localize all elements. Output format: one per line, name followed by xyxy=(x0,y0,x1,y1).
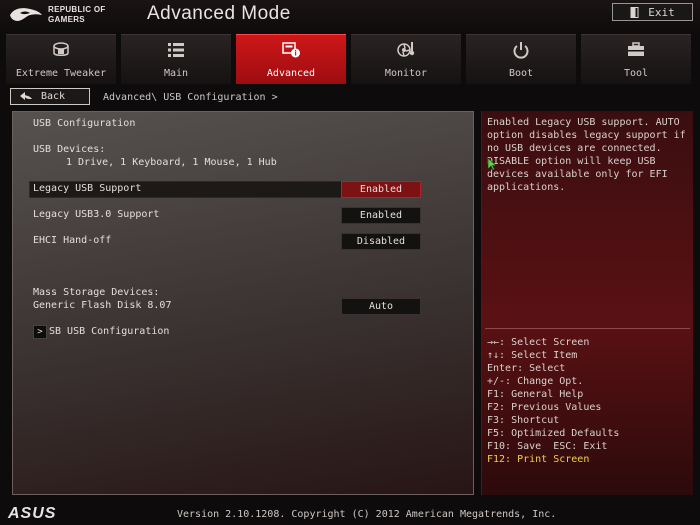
submenu-arrow-icon: > xyxy=(33,325,47,339)
help-divider xyxy=(485,328,690,329)
key-hint-print-screen: F12: Print Screen xyxy=(487,454,590,465)
key-hint: F10: Save ESC: Exit xyxy=(487,441,608,452)
key-hint: F3: Shortcut xyxy=(487,415,560,426)
back-label: Back xyxy=(41,91,66,102)
tab-label: Boot xyxy=(508,68,534,79)
footer-bar: ASUS Version 2.10.1208. Copyright (C) 20… xyxy=(0,503,700,525)
key-legend: →←: Select Screen ↑↓: Select Item Enter:… xyxy=(487,336,692,466)
mode-title: Advanced Mode xyxy=(147,3,291,24)
tool-icon xyxy=(628,42,644,56)
tab-label: Main xyxy=(163,68,189,79)
ehci-handoff-value[interactable]: Disabled xyxy=(341,233,421,250)
breadcrumb: Advanced\ USB Configuration > xyxy=(103,92,278,103)
tab-label: Monitor xyxy=(384,68,428,79)
advanced-info-icon xyxy=(282,42,300,58)
key-hint: ↑↓: Select Item xyxy=(487,350,578,361)
tab-extreme-tweaker[interactable]: Extreme Tweaker xyxy=(6,34,116,84)
tab-advanced[interactable]: Advanced xyxy=(236,34,346,84)
asus-logo: ASUS xyxy=(8,505,57,522)
tab-monitor[interactable]: Monitor xyxy=(351,34,461,84)
version-text: Version 2.10.1208. Copyright (C) 2012 Am… xyxy=(177,509,557,520)
tab-label: Advanced xyxy=(266,68,316,79)
key-hint: +/-: Change Opt. xyxy=(487,376,584,387)
key-hint: F5: Optimized Defaults xyxy=(487,428,620,439)
help-panel: Enabled Legacy USB support. AUTO option … xyxy=(481,111,693,495)
section-title: USB Configuration xyxy=(33,118,136,129)
exit-button[interactable]: Exit xyxy=(612,3,693,21)
exit-label: Exit xyxy=(648,5,675,19)
list-icon xyxy=(168,43,184,57)
usb-devices-value: 1 Drive, 1 Keyboard, 1 Mouse, 1 Hub xyxy=(66,157,277,168)
key-hint: Enter: Select xyxy=(487,363,566,374)
tab-main[interactable]: Main xyxy=(121,34,231,84)
gauge-icon xyxy=(53,42,69,56)
breadcrumb-current: USB Configuration > xyxy=(163,92,278,103)
legacy-usb-value[interactable]: Enabled xyxy=(341,181,421,198)
exit-door-icon xyxy=(630,6,639,18)
tab-label: Extreme Tweaker xyxy=(15,68,107,79)
mass-storage-device[interactable]: Generic Flash Disk 8.07 xyxy=(33,300,171,311)
tab-label: Tool xyxy=(623,68,649,79)
setting-label: Legacy USB Support xyxy=(33,183,142,194)
tab-tool[interactable]: Tool xyxy=(581,34,691,84)
rog-emblem-icon xyxy=(10,8,42,21)
tab-boot[interactable]: Boot xyxy=(466,34,576,84)
back-button[interactable]: Back xyxy=(10,88,90,105)
tab-bar: Extreme Tweaker Main Advanced Monitor Bo… xyxy=(6,34,694,84)
top-bar: REPUBLIC OF GAMERS Advanced Mode Exit xyxy=(0,0,700,30)
usb-devices-label: USB Devices: xyxy=(33,144,106,155)
mass-storage-label: Mass Storage Devices: xyxy=(33,287,160,298)
rog-logo: REPUBLIC OF GAMERS xyxy=(8,4,138,26)
help-description: Enabled Legacy USB support. AUTO option … xyxy=(487,117,686,193)
power-icon xyxy=(513,42,529,59)
breadcrumb-parent[interactable]: Advanced\ xyxy=(103,92,157,103)
key-hint: →←: Select Screen xyxy=(487,337,590,348)
monitor-fan-icon xyxy=(397,42,415,57)
mouse-cursor-icon xyxy=(487,157,497,171)
brand-line2: GAMERS xyxy=(48,15,85,24)
key-hint: F1: General Help xyxy=(487,389,584,400)
setting-label[interactable]: Legacy USB3.0 Support xyxy=(33,209,159,220)
legacy-usb3-value[interactable]: Enabled xyxy=(341,207,421,224)
key-hint: F2: Previous Values xyxy=(487,402,602,413)
mass-storage-value[interactable]: Auto xyxy=(341,298,421,315)
brand-line1: REPUBLIC OF xyxy=(48,5,106,14)
back-arrow-icon xyxy=(20,91,32,100)
rog-brand-text: REPUBLIC OF GAMERS xyxy=(48,5,106,25)
submenu-sb-usb-configuration[interactable]: SB USB Configuration xyxy=(49,326,169,337)
settings-panel: USB Configuration USB Devices: 1 Drive, … xyxy=(12,111,474,495)
breadcrumb-bar: Back Advanced\ USB Configuration > xyxy=(6,86,694,108)
setting-label[interactable]: EHCI Hand-off xyxy=(33,235,111,246)
